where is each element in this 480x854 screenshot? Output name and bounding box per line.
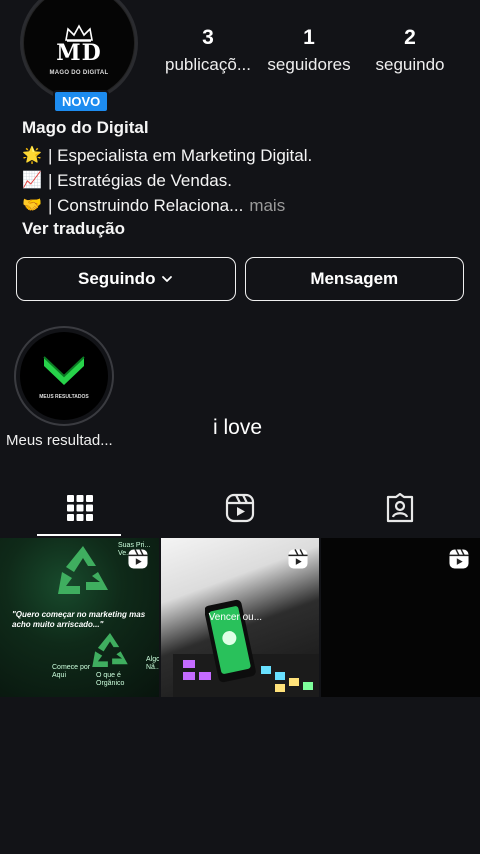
post-text: O que é Orgânico xyxy=(96,672,125,687)
stat-followers-count: 1 xyxy=(303,26,315,49)
bio-text: | Estratégias de Vendas. xyxy=(48,171,232,190)
message-button[interactable]: Mensagem xyxy=(244,257,464,301)
handshake-emoji-icon: 🤝 xyxy=(22,197,42,214)
posts-grid: Suas Pri... Ve... "Quero começar no mark… xyxy=(0,538,480,697)
grid-icon xyxy=(67,495,93,521)
highlight-cover-text: MEUS RESULTADOS xyxy=(39,394,89,400)
profile-tabs xyxy=(0,480,480,536)
reels-icon xyxy=(449,549,469,569)
profile-stats: 3 publicaçõ... 1 seguidores 2 seguindo xyxy=(158,26,460,75)
stat-posts[interactable]: 3 publicaçõ... xyxy=(158,26,258,75)
following-button[interactable]: Seguindo xyxy=(16,257,236,301)
stat-followers[interactable]: 1 seguidores xyxy=(259,26,359,75)
highlight-cover: MEUS RESULTADOS xyxy=(20,332,108,420)
stat-followers-label: seguidores xyxy=(267,55,351,74)
bio-text: | Construindo Relaciona... xyxy=(48,196,244,215)
bio-line: 🤝 | Construindo Relaciona... mais xyxy=(22,193,312,218)
highlight-ring: MEUS RESULTADOS xyxy=(14,326,114,426)
tab-reels[interactable] xyxy=(160,480,320,536)
chevron-down-icon xyxy=(162,276,173,282)
bio-more-link[interactable]: mais xyxy=(249,193,285,218)
highlight-label: Meus resultad... xyxy=(6,432,113,449)
post-text: Comece por Aqui xyxy=(52,664,91,679)
stat-posts-count: 3 xyxy=(202,26,214,49)
stat-posts-label: publicaçõ... xyxy=(165,55,251,74)
recycle-icon xyxy=(58,546,108,594)
story-highlight[interactable]: MEUS RESULTADOS xyxy=(14,326,114,426)
stat-following[interactable]: 2 seguindo xyxy=(360,26,460,75)
chart-emoji-icon: 📈 xyxy=(22,172,42,189)
profile-name: Mago do Digital xyxy=(22,118,149,137)
post-caption: "Quero começar no marketing mas acho mui… xyxy=(12,610,146,629)
stat-following-label: seguindo xyxy=(375,55,445,74)
star-emoji-icon: 🌟 xyxy=(22,147,42,164)
avatar-subtitle: MAGO DO DIGITAL xyxy=(49,70,109,76)
phone-image xyxy=(204,599,256,683)
profile-actions: Seguindo Mensagem xyxy=(16,257,464,301)
avatar-monogram: MD xyxy=(56,40,102,66)
recycle-icon xyxy=(92,632,128,668)
profile-note[interactable]: i love xyxy=(213,416,262,440)
reels-icon xyxy=(288,549,308,569)
reels-icon xyxy=(225,493,255,523)
see-translation-link[interactable]: Ver tradução xyxy=(22,219,125,239)
following-button-label: Seguindo xyxy=(78,269,156,288)
post-thumbnail[interactable] xyxy=(321,538,480,697)
avatar-logo: MD MAGO DO DIGITAL xyxy=(23,0,135,99)
bio-line: 📈 | Estratégias de Vendas. xyxy=(22,168,312,193)
tagged-icon xyxy=(386,493,414,523)
post-thumbnail[interactable]: Vencer ou... xyxy=(160,538,320,697)
tab-posts[interactable] xyxy=(0,480,160,536)
tab-tagged[interactable] xyxy=(320,480,480,536)
bio-line: 🌟 | Especialista em Marketing Digital. xyxy=(22,143,312,168)
profile-bio: 🌟 | Especialista em Marketing Digital. 📈… xyxy=(22,143,312,218)
post-thumbnail[interactable]: Suas Pri... Ve... "Quero começar no mark… xyxy=(0,538,159,697)
stat-following-count: 2 xyxy=(404,26,416,49)
profile-avatar[interactable]: MD MAGO DO DIGITAL xyxy=(20,0,138,102)
post-caption: Vencer ou... xyxy=(208,612,263,623)
message-button-label: Mensagem xyxy=(310,269,399,288)
new-badge: NOVO xyxy=(53,90,110,113)
reels-icon xyxy=(128,549,148,569)
bio-text: | Especialista em Marketing Digital. xyxy=(48,146,313,165)
post-text: Algo... Nã... xyxy=(146,656,159,671)
chevron-down-icon xyxy=(43,356,85,385)
